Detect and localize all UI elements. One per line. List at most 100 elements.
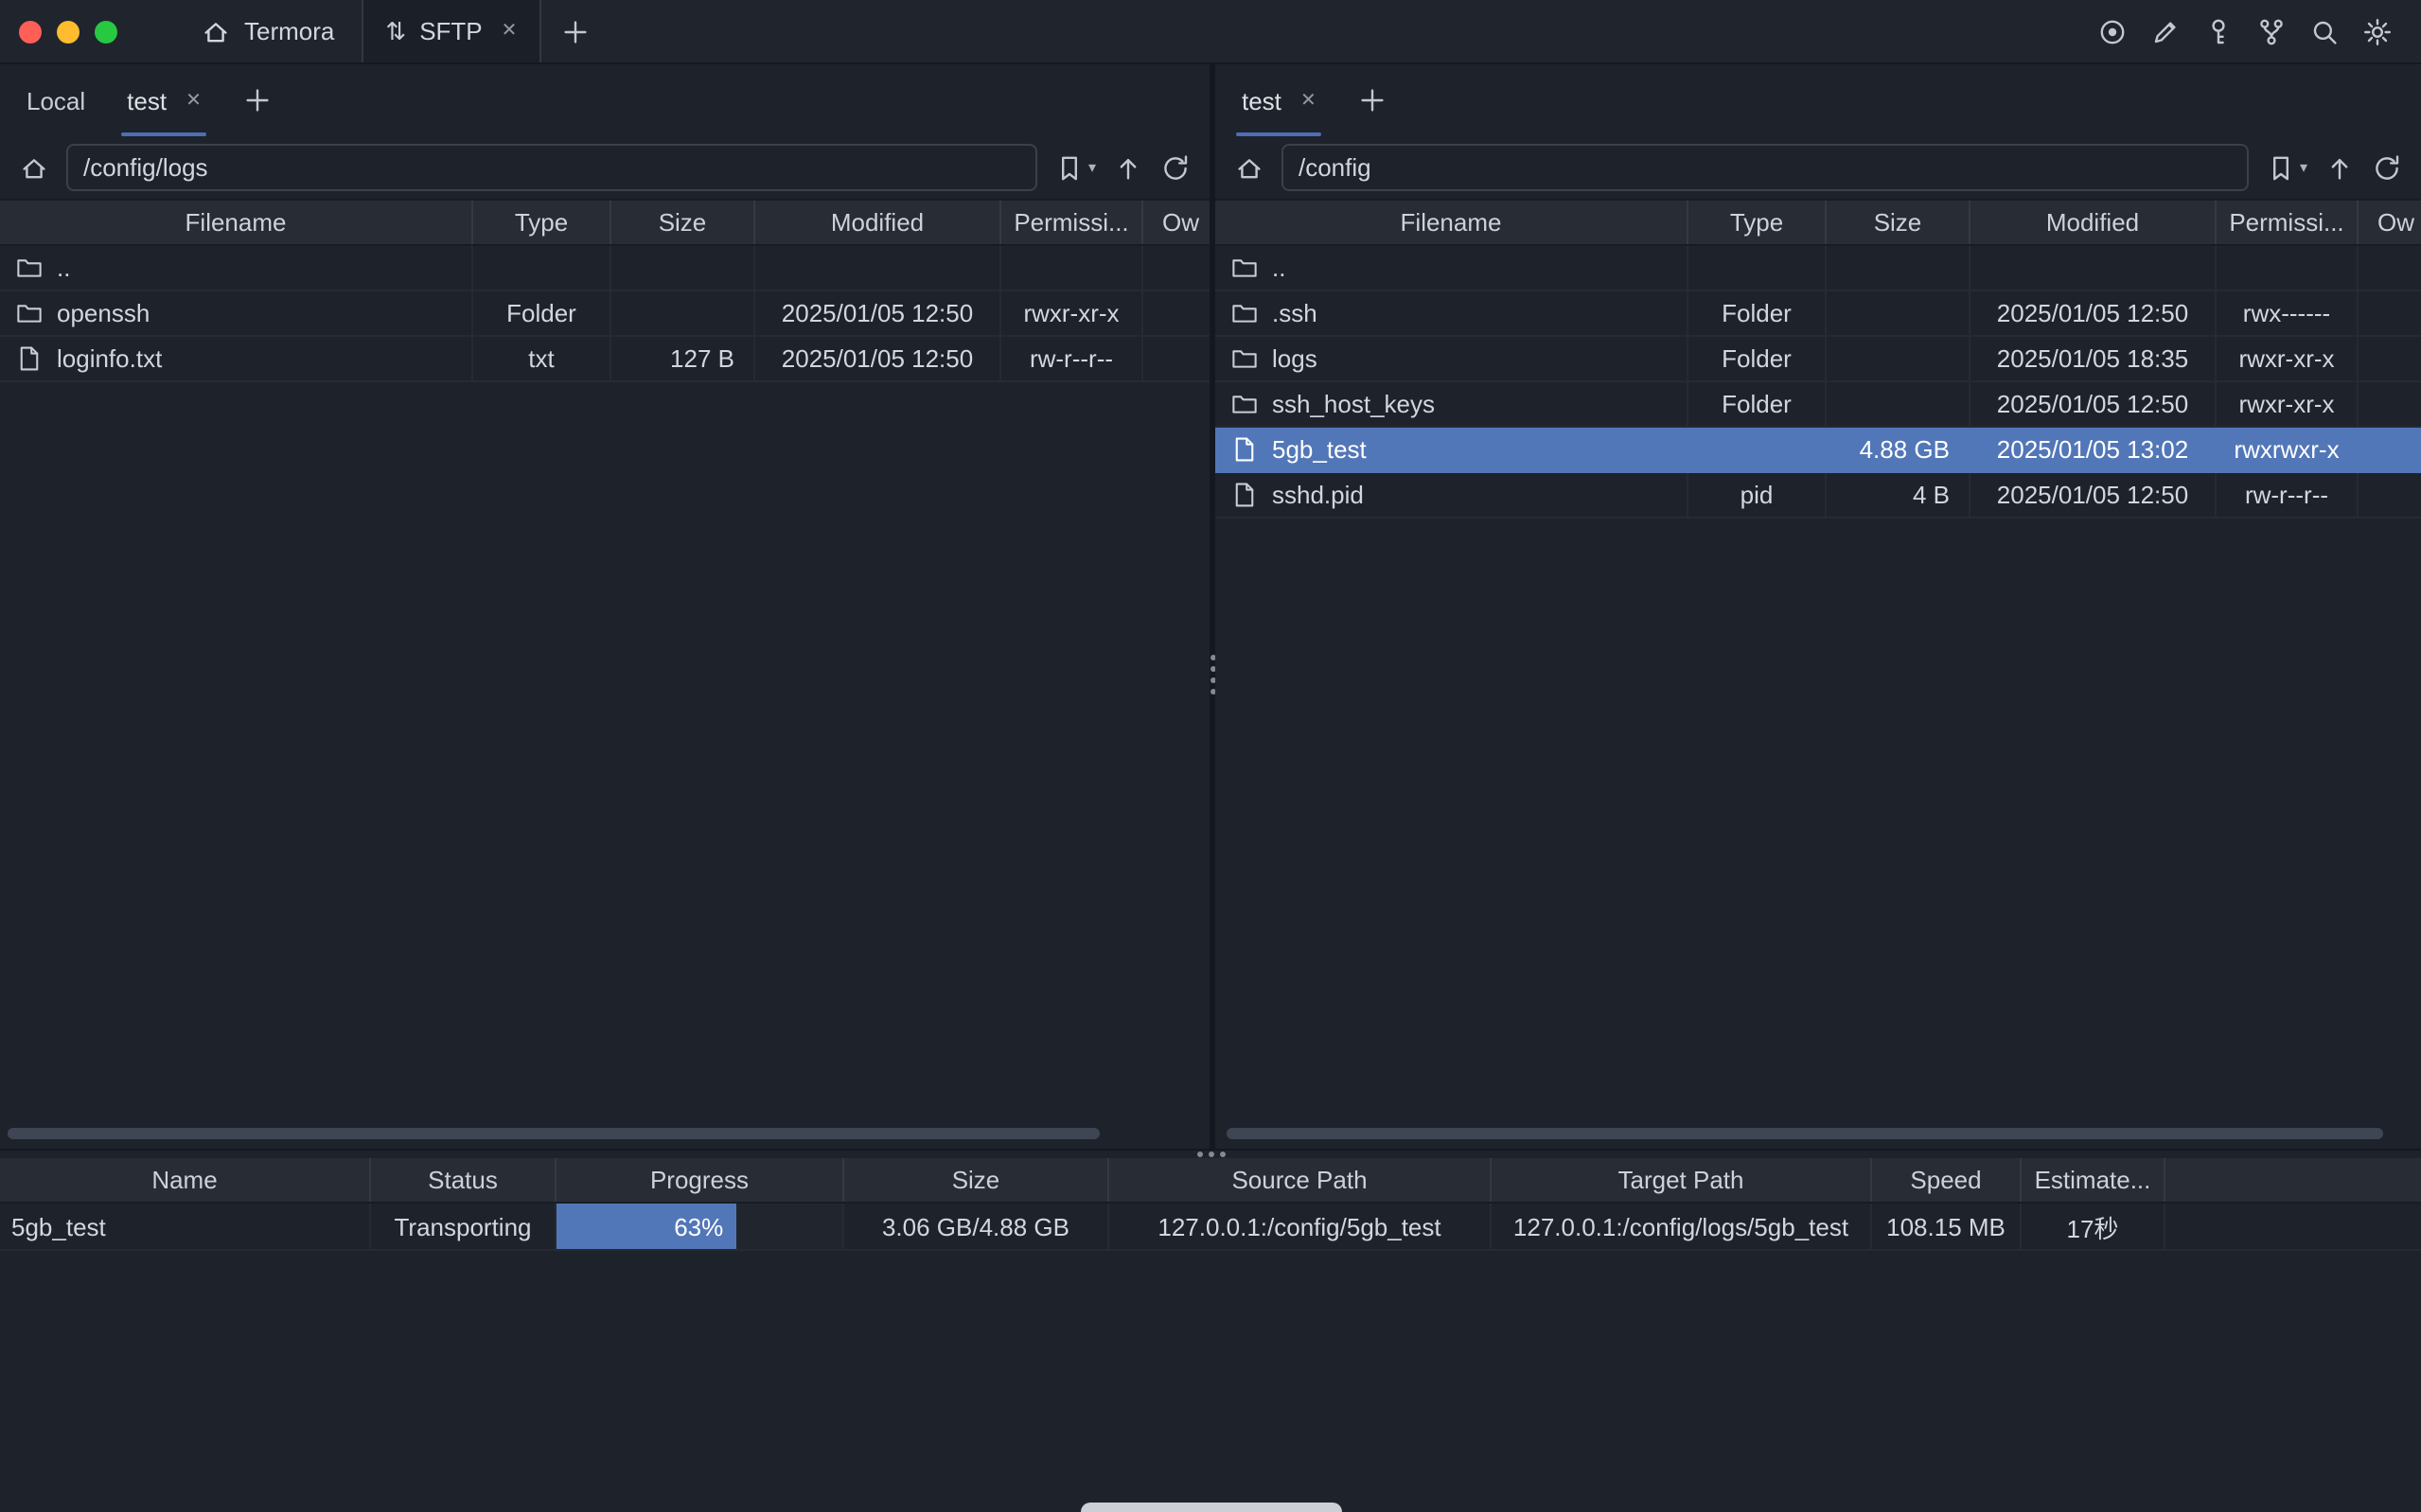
transfer-target-path: 127.0.0.1:/config/logs/5gb_test bbox=[1492, 1204, 1872, 1249]
file-owner bbox=[2359, 428, 2421, 471]
transfer-filler bbox=[2165, 1204, 2421, 1249]
file-modified: 2025/01/05 13:02 bbox=[1970, 428, 2217, 471]
column-header-size[interactable]: Size bbox=[1827, 201, 1970, 244]
column-header-speed[interactable]: Speed bbox=[1872, 1158, 2022, 1202]
transfer-speed: 108.15 MB bbox=[1872, 1204, 2022, 1249]
file-modified: 2025/01/05 12:50 bbox=[755, 337, 1001, 380]
file-size bbox=[1827, 291, 1970, 335]
column-header-modified[interactable]: Modified bbox=[755, 201, 1001, 244]
table-row[interactable]: openssh Folder 2025/01/05 12:50 rwxr-xr-… bbox=[0, 291, 1210, 337]
parent-dir-button[interactable] bbox=[1113, 152, 1143, 183]
tab-test-label: test bbox=[127, 86, 167, 114]
settings-button[interactable] bbox=[2359, 12, 2396, 50]
table-row[interactable]: .. bbox=[1215, 246, 2421, 291]
file-name: .. bbox=[1272, 254, 1285, 282]
parent-dir-button[interactable] bbox=[2324, 152, 2355, 183]
column-header-type[interactable]: Type bbox=[1688, 201, 1827, 244]
file-name: logs bbox=[1272, 344, 1317, 373]
column-header-filler bbox=[2165, 1158, 2421, 1202]
chevron-down-icon: ▾ bbox=[1088, 159, 1096, 176]
file-owner bbox=[2359, 246, 2421, 290]
column-header-permissions[interactable]: Permissi... bbox=[1001, 201, 1143, 244]
path-input[interactable] bbox=[1281, 144, 2249, 191]
column-header-filename[interactable]: Filename bbox=[1215, 201, 1688, 244]
split-handle-horizontal[interactable] bbox=[0, 1149, 2421, 1158]
file-owner bbox=[1143, 246, 1210, 290]
table-row[interactable]: loginfo.txt txt 127 B 2025/01/05 12:50 r… bbox=[0, 337, 1210, 382]
column-header-name[interactable]: Name bbox=[0, 1158, 371, 1202]
tab-test-label: test bbox=[1242, 86, 1281, 114]
column-header-modified[interactable]: Modified bbox=[1970, 201, 2217, 244]
close-icon[interactable]: ✕ bbox=[502, 21, 518, 42]
column-header-owner[interactable]: Ow bbox=[1143, 201, 1210, 244]
file-modified: 2025/01/05 12:50 bbox=[1970, 291, 2217, 335]
column-header-size[interactable]: Size bbox=[844, 1158, 1109, 1202]
refresh-button[interactable] bbox=[1160, 152, 1191, 183]
column-header-progress[interactable]: Progress bbox=[557, 1158, 844, 1202]
refresh-button[interactable] bbox=[2372, 152, 2402, 183]
search-button[interactable] bbox=[2306, 12, 2343, 50]
zoom-window-button[interactable] bbox=[95, 20, 117, 43]
keys-button[interactable] bbox=[2200, 12, 2237, 50]
branch-button[interactable] bbox=[2253, 12, 2290, 50]
gear-icon bbox=[2362, 16, 2393, 46]
file-modified: 2025/01/05 12:50 bbox=[1970, 382, 2217, 426]
file-name: openssh bbox=[57, 299, 150, 327]
column-header-filename[interactable]: Filename bbox=[0, 201, 473, 244]
minimize-window-button[interactable] bbox=[57, 20, 80, 43]
home-icon bbox=[19, 152, 49, 183]
file-permissions: rwxr-xr-x bbox=[1001, 291, 1143, 335]
path-input[interactable] bbox=[66, 144, 1037, 191]
home-button[interactable] bbox=[19, 152, 49, 183]
table-row[interactable]: .. bbox=[0, 246, 1210, 291]
record-button[interactable] bbox=[2094, 12, 2131, 50]
new-tab-button[interactable] bbox=[541, 0, 610, 62]
file-icon bbox=[1230, 435, 1259, 464]
right-file-pane: test ✕ ▾ Filename bbox=[1215, 64, 2421, 1149]
record-icon bbox=[2097, 16, 2128, 46]
column-header-source-path[interactable]: Source Path bbox=[1109, 1158, 1492, 1202]
file-type: Folder bbox=[1688, 382, 1827, 426]
column-header-target-path[interactable]: Target Path bbox=[1492, 1158, 1872, 1202]
horizontal-scrollbar[interactable] bbox=[1227, 1128, 2383, 1139]
new-pane-tab-button[interactable] bbox=[243, 85, 274, 115]
tab-test-left[interactable]: test ✕ bbox=[127, 64, 202, 136]
tab-sftp[interactable]: ⇅ SFTP ✕ bbox=[361, 0, 541, 62]
file-type: Folder bbox=[473, 291, 611, 335]
chevron-down-icon: ▾ bbox=[2300, 159, 2307, 176]
file-owner bbox=[2359, 291, 2421, 335]
tab-termora[interactable]: Termora bbox=[174, 0, 361, 62]
tab-local[interactable]: Local bbox=[27, 64, 85, 136]
new-pane-tab-button[interactable] bbox=[1358, 85, 1388, 115]
close-window-button[interactable] bbox=[19, 20, 42, 43]
table-row-selected[interactable]: 5gb_test 4.88 GB 2025/01/05 13:02 rwxrwx… bbox=[1215, 428, 2421, 473]
column-header-estimate[interactable]: Estimate... bbox=[2022, 1158, 2165, 1202]
refresh-icon bbox=[2372, 152, 2402, 183]
column-header-owner[interactable]: Ow bbox=[2359, 201, 2421, 244]
table-row[interactable]: sshd.pid pid 4 B 2025/01/05 12:50 rw-r--… bbox=[1215, 473, 2421, 519]
bookmark-button[interactable]: ▾ bbox=[2266, 152, 2307, 183]
file-permissions: rwxr-xr-x bbox=[2217, 382, 2359, 426]
table-row[interactable]: .ssh Folder 2025/01/05 12:50 rwx------ bbox=[1215, 291, 2421, 337]
table-row[interactable]: logs Folder 2025/01/05 18:35 rwxr-xr-x bbox=[1215, 337, 2421, 382]
column-header-type[interactable]: Type bbox=[473, 201, 611, 244]
transfer-row[interactable]: 5gb_test Transporting 63% 3.06 GB/4.88 G… bbox=[0, 1204, 2421, 1251]
file-permissions: rwxrwxr-x bbox=[2217, 428, 2359, 471]
tab-test-right[interactable]: test ✕ bbox=[1242, 64, 1317, 136]
column-header-permissions[interactable]: Permissi... bbox=[2217, 201, 2359, 244]
home-button[interactable] bbox=[1234, 152, 1264, 183]
close-icon[interactable]: ✕ bbox=[186, 90, 202, 111]
bookmark-button[interactable]: ▾ bbox=[1054, 152, 1096, 183]
edit-button[interactable] bbox=[2147, 12, 2184, 50]
table-row[interactable]: ssh_host_keys Folder 2025/01/05 12:50 rw… bbox=[1215, 382, 2421, 428]
home-icon bbox=[1234, 152, 1264, 183]
column-header-size[interactable]: Size bbox=[611, 201, 755, 244]
file-permissions bbox=[2217, 246, 2359, 290]
close-icon[interactable]: ✕ bbox=[1300, 90, 1317, 111]
transfer-name: 5gb_test bbox=[0, 1204, 371, 1249]
horizontal-scrollbar[interactable] bbox=[8, 1128, 1100, 1139]
file-modified: 2025/01/05 12:50 bbox=[1970, 473, 2217, 517]
file-permissions bbox=[1001, 246, 1143, 290]
column-header-status[interactable]: Status bbox=[371, 1158, 557, 1202]
file-owner bbox=[1143, 337, 1210, 380]
